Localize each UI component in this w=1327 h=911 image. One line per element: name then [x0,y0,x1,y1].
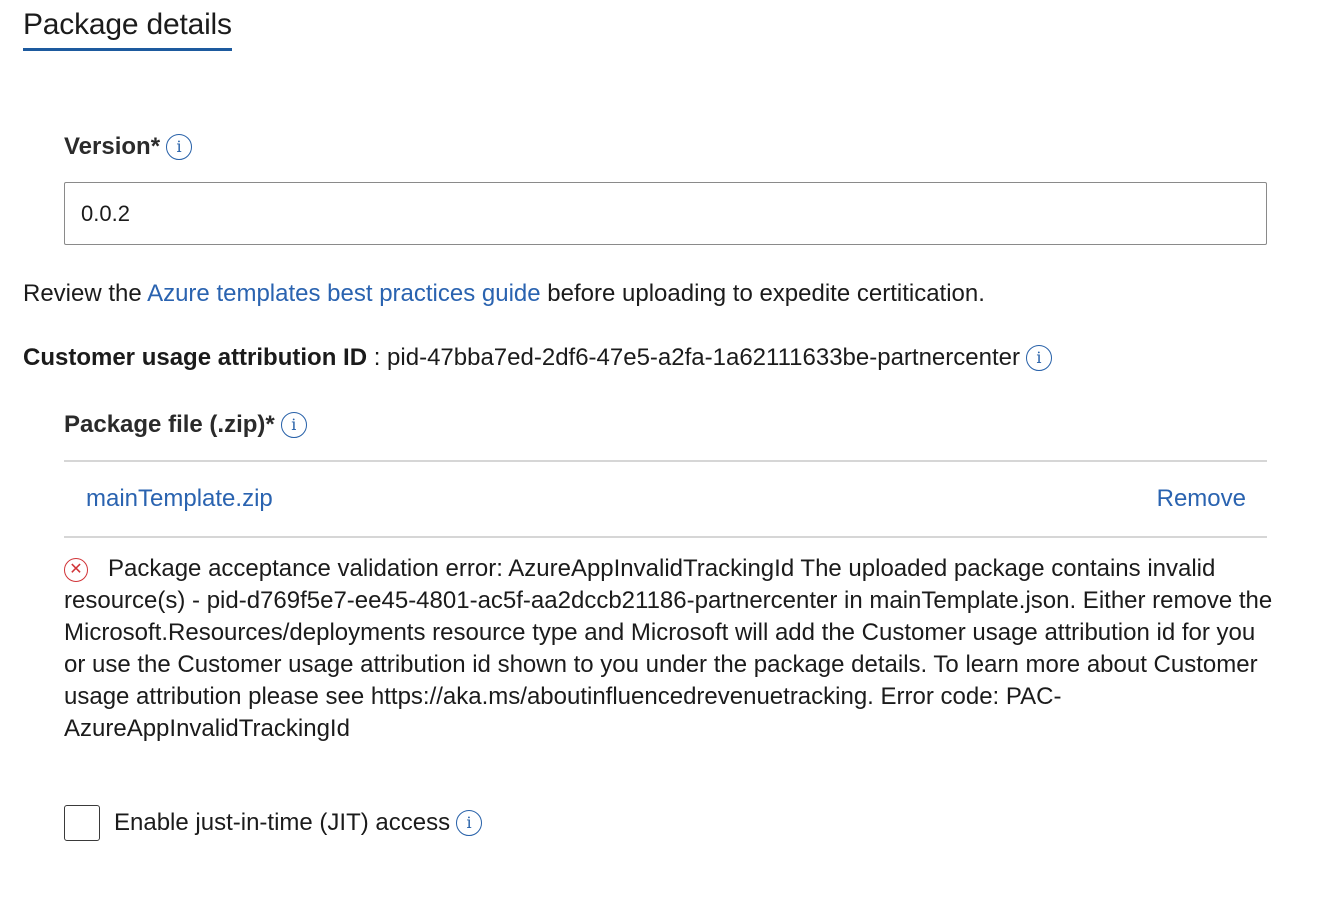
version-input[interactable] [64,182,1267,245]
version-label-row: Version* i [64,133,193,161]
section-title: Package details [23,8,232,51]
package-file-info-icon[interactable]: i [280,412,307,438]
review-suffix: before uploading to expedite certiticati… [540,280,985,307]
error-text: Package acceptance validation error: Azu… [64,555,1273,742]
cua-separator: : [367,344,388,371]
jit-access-checkbox[interactable] [64,805,100,841]
validation-error-message: ✕ Package acceptance validation error: Az… [64,553,1274,745]
remove-file-button[interactable]: Remove [1157,485,1246,513]
uploaded-file-link[interactable]: mainTemplate.zip [86,485,273,513]
review-prefix: Review the [23,280,148,307]
best-practices-guide-link[interactable]: Azure templates best practices guide [147,280,541,307]
cua-value: pid-47bba7ed-2df6-47e5-a2fa-1a62111633be… [387,344,1020,371]
jit-info-icon[interactable]: i [456,810,483,836]
package-file-label: Package file (.zip)* [64,411,275,438]
cua-label: Customer usage attribution ID [23,344,368,371]
uploaded-file-row: mainTemplate.zip Remove [64,460,1267,538]
version-label: Version* [64,133,161,160]
jit-access-row: Enable just-in-time (JIT) access i [64,805,483,841]
review-guidance-text: Review the Azure templates best practice… [23,280,985,308]
error-circle-x-icon: ✕ [64,558,88,582]
jit-access-label[interactable]: Enable just-in-time (JIT) access [114,809,450,837]
version-info-icon[interactable]: i [166,134,193,160]
cua-info-icon[interactable]: i [1025,345,1052,371]
package-file-label-row: Package file (.zip)* i [64,411,307,439]
customer-usage-attribution-row: Customer usage attribution ID : pid-47bb… [23,344,1052,372]
